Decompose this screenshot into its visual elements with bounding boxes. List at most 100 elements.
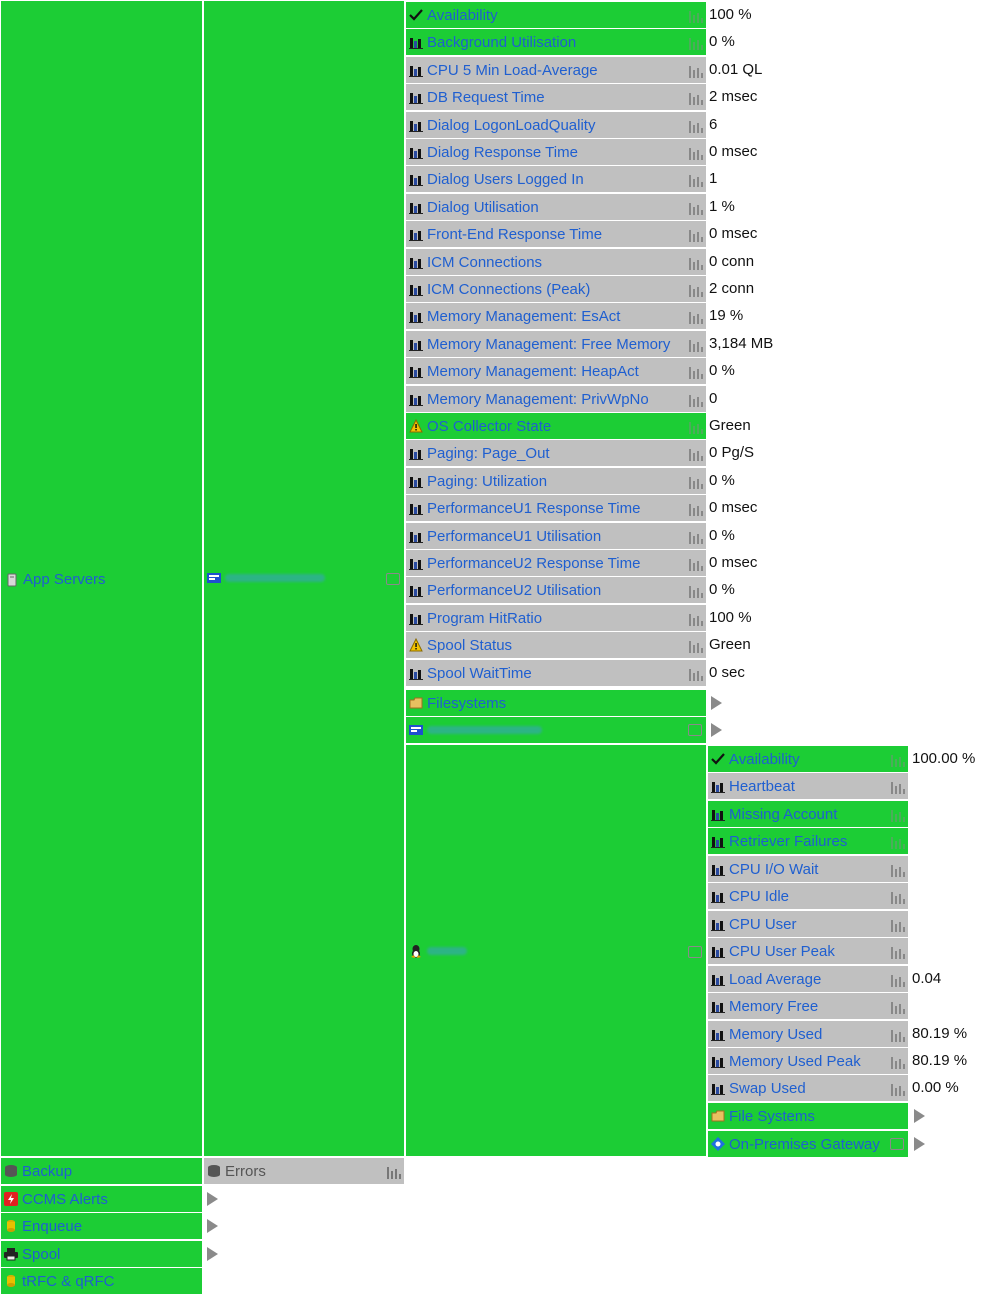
metric-label[interactable]: DB Request Time xyxy=(427,89,545,106)
backup-label[interactable]: Backup xyxy=(22,1163,72,1180)
metric-row[interactable]: Background Utilisation xyxy=(406,29,706,55)
collapse-icon[interactable] xyxy=(688,724,702,736)
metric-row[interactable]: ICM Connections (Peak) xyxy=(406,276,706,302)
bar-chart-icon[interactable] xyxy=(890,890,906,904)
metric-label[interactable]: CPU User xyxy=(729,916,797,933)
metric-row[interactable]: PerformanceU2 Response Time xyxy=(406,550,706,576)
expand-arrow[interactable] xyxy=(914,1109,925,1123)
bar-chart-icon[interactable] xyxy=(386,1165,402,1179)
bar-chart-icon[interactable] xyxy=(688,201,704,215)
expand-arrow[interactable] xyxy=(207,1247,218,1261)
redacted-instance-row[interactable] xyxy=(406,717,706,743)
bar-chart-icon[interactable] xyxy=(688,228,704,242)
metric-label[interactable]: CPU 5 Min Load-Average xyxy=(427,62,598,79)
metric-row[interactable]: CPU I/O Wait xyxy=(708,856,908,882)
trfc-row[interactable]: tRFC & qRFC xyxy=(1,1268,202,1294)
metric-row[interactable]: Memory Free xyxy=(708,993,908,1019)
bar-chart-icon[interactable] xyxy=(890,863,906,877)
expand-arrow[interactable] xyxy=(711,723,722,737)
ccms-alerts-label[interactable]: CCMS Alerts xyxy=(22,1191,108,1208)
bar-chart-icon[interactable] xyxy=(688,393,704,407)
metric-label[interactable]: PerformanceU1 Response Time xyxy=(427,500,640,517)
bar-chart-icon[interactable] xyxy=(688,667,704,681)
metric-row[interactable]: Paging: Utilization xyxy=(406,468,706,494)
errors-row[interactable]: Errors xyxy=(204,1158,404,1184)
metric-label[interactable]: ICM Connections (Peak) xyxy=(427,281,590,298)
bar-chart-icon[interactable] xyxy=(688,584,704,598)
metric-row[interactable]: Dialog Response Time xyxy=(406,139,706,165)
metric-row[interactable]: Missing Account xyxy=(708,801,908,827)
spool-label[interactable]: Spool xyxy=(22,1246,60,1263)
metric-row[interactable]: Spool WaitTime xyxy=(406,660,706,686)
metric-row[interactable]: Dialog Utilisation xyxy=(406,194,706,220)
metric-row[interactable]: CPU Idle xyxy=(708,883,908,909)
metric-label[interactable]: Missing Account xyxy=(729,806,837,823)
metric-label[interactable]: Paging: Utilization xyxy=(427,473,547,490)
file-systems-label[interactable]: File Systems xyxy=(729,1108,815,1125)
bar-chart-icon[interactable] xyxy=(890,808,906,822)
metric-label[interactable]: Memory Free xyxy=(729,998,818,1015)
bar-chart-icon[interactable] xyxy=(688,475,704,489)
bar-chart-icon[interactable] xyxy=(688,365,704,379)
bar-chart-icon[interactable] xyxy=(890,753,906,767)
metric-label[interactable]: Memory Management: PrivWpNo xyxy=(427,391,649,408)
metric-row[interactable]: Retriever Failures xyxy=(708,828,908,854)
metric-label[interactable]: OS Collector State xyxy=(427,418,551,435)
metric-label[interactable]: Dialog Utilisation xyxy=(427,199,539,216)
metric-row[interactable]: ICM Connections xyxy=(406,249,706,275)
metric-label[interactable]: Dialog Users Logged In xyxy=(427,171,584,188)
metric-label[interactable]: Availability xyxy=(729,751,800,768)
collapse-icon[interactable] xyxy=(890,1138,904,1150)
filesystems-row[interactable]: Filesystems xyxy=(406,690,706,716)
metric-label[interactable]: Dialog LogonLoadQuality xyxy=(427,117,595,134)
bar-chart-icon[interactable] xyxy=(890,1082,906,1096)
bar-chart-icon[interactable] xyxy=(890,1055,906,1069)
metric-label[interactable]: Memory Management: EsAct xyxy=(427,308,620,325)
metric-label[interactable]: Dialog Response Time xyxy=(427,144,578,161)
collapse-icon[interactable] xyxy=(688,946,702,958)
metric-label[interactable]: Program HitRatio xyxy=(427,610,542,627)
metric-row[interactable]: Dialog Users Logged In xyxy=(406,166,706,192)
bar-chart-icon[interactable] xyxy=(688,36,704,50)
metric-row[interactable]: Heartbeat xyxy=(708,773,908,799)
metric-row[interactable]: CPU User Peak xyxy=(708,938,908,964)
metric-row[interactable]: CPU 5 Min Load-Average xyxy=(406,57,706,83)
metric-row[interactable]: DB Request Time xyxy=(406,84,706,110)
trfc-label[interactable]: tRFC & qRFC xyxy=(22,1273,115,1290)
errors-label[interactable]: Errors xyxy=(225,1163,266,1180)
bar-chart-icon[interactable] xyxy=(688,338,704,352)
expand-arrow[interactable] xyxy=(207,1192,218,1206)
metric-row[interactable]: Paging: Page_Out xyxy=(406,440,706,466)
metric-label[interactable]: PerformanceU2 Utilisation xyxy=(427,582,601,599)
backup-row[interactable]: Backup xyxy=(1,1158,202,1184)
bar-chart-icon[interactable] xyxy=(890,835,906,849)
metric-row[interactable]: Memory Management: EsAct xyxy=(406,303,706,329)
spool-row[interactable]: Spool xyxy=(1,1241,202,1267)
metric-row[interactable]: Program HitRatio xyxy=(406,605,706,631)
metric-label[interactable]: Background Utilisation xyxy=(427,34,576,51)
ccms-alerts-row[interactable]: CCMS Alerts xyxy=(1,1186,202,1212)
bar-chart-icon[interactable] xyxy=(890,973,906,987)
metric-label[interactable]: Front-End Response Time xyxy=(427,226,602,243)
metric-label[interactable]: Retriever Failures xyxy=(729,833,847,850)
bar-chart-icon[interactable] xyxy=(688,557,704,571)
expand-arrow[interactable] xyxy=(711,696,722,710)
bar-chart-icon[interactable] xyxy=(688,612,704,626)
metric-row[interactable]: Availability xyxy=(708,746,908,772)
metric-label[interactable]: Memory Management: HeapAct xyxy=(427,363,639,380)
metric-label[interactable]: Memory Used xyxy=(729,1026,822,1043)
metric-label[interactable]: Memory Management: Free Memory xyxy=(427,336,670,353)
metric-row[interactable]: Memory Used xyxy=(708,1021,908,1047)
metric-label[interactable]: Spool Status xyxy=(427,637,512,654)
app-servers-cell[interactable]: App Servers xyxy=(1,1,202,1156)
bar-chart-icon[interactable] xyxy=(688,420,704,434)
metric-label[interactable]: CPU User Peak xyxy=(729,943,835,960)
metric-label[interactable]: Paging: Page_Out xyxy=(427,445,550,462)
bar-chart-icon[interactable] xyxy=(688,91,704,105)
bar-chart-icon[interactable] xyxy=(688,447,704,461)
metric-label[interactable]: Heartbeat xyxy=(729,778,795,795)
bar-chart-icon[interactable] xyxy=(688,173,704,187)
metric-label[interactable]: CPU Idle xyxy=(729,888,789,905)
metric-row[interactable]: Memory Management: Free Memory xyxy=(406,331,706,357)
bar-chart-icon[interactable] xyxy=(688,310,704,324)
